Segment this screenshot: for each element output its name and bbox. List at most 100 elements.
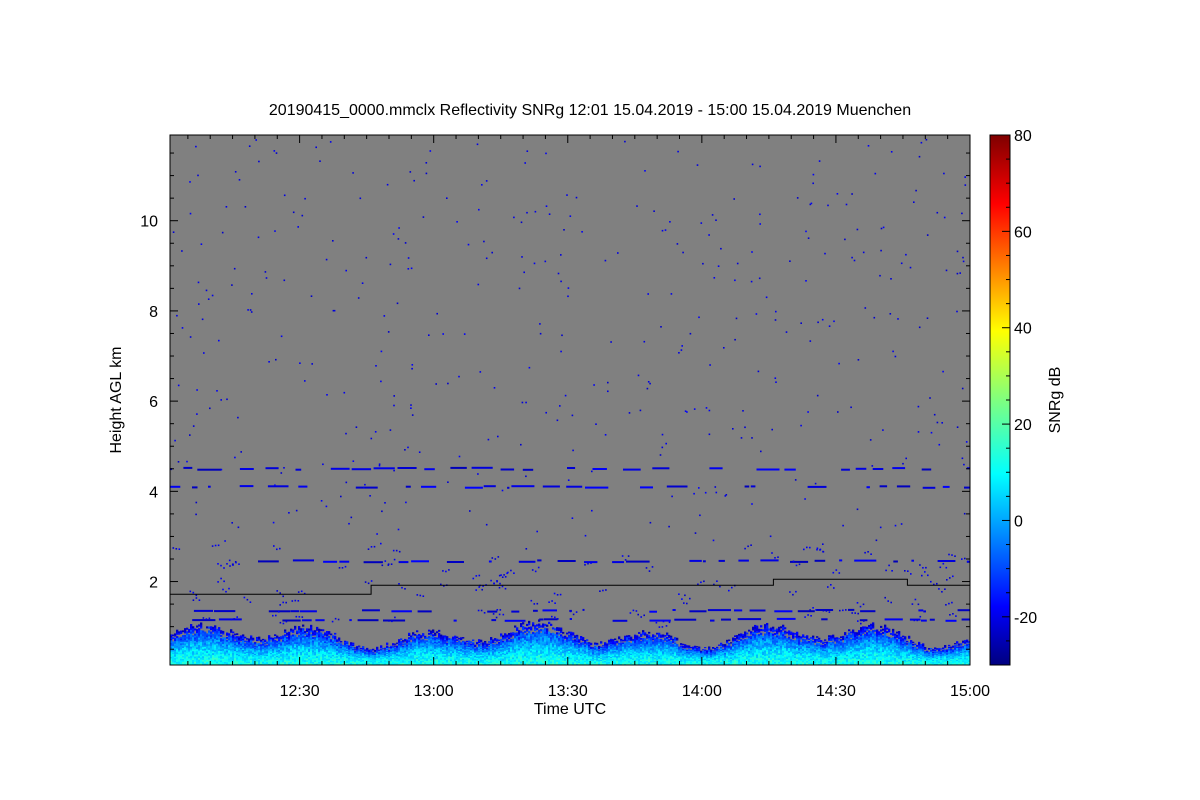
echo-cell [528,660,531,664]
echo-cell [478,643,481,646]
echo-cell [386,642,389,644]
echo-cell [338,642,341,645]
echo-cell [188,654,191,657]
echo-cell [516,635,519,638]
echo-cell [212,645,215,648]
echo-cell [550,651,553,655]
echo-cell [192,638,195,641]
echo-cell [310,637,313,640]
echo-cell [556,647,559,650]
echo-cell [216,648,219,651]
echo-cell [538,629,541,633]
echo-cell [310,641,313,644]
echo-cell [558,641,561,644]
echo-cell [200,630,203,633]
echo-cell [200,639,203,643]
echo-cell [216,659,219,662]
echo-cell [446,642,449,645]
echo-cell [534,653,537,656]
echo-cell [204,650,207,653]
echo-cell [516,651,519,654]
echo-cell [302,657,305,660]
echo-cell [592,647,595,649]
echo-cell [198,657,201,660]
echo-cell [536,628,539,631]
echo-cell [214,657,217,660]
echo-cell [398,639,401,641]
echo-cell [294,647,297,650]
echo-cell [598,645,601,648]
echo-cell [194,637,197,640]
echo-cell [530,642,533,646]
echo-cell [192,642,195,645]
echo-cell [486,647,489,649]
echo-cell [538,638,541,641]
echo-cell [524,648,527,651]
echo-cell [186,633,189,636]
echo-cell [524,639,527,642]
echo-cell [298,650,301,653]
echo-cell [530,661,533,664]
echo-cell [530,635,533,638]
echo-cell [214,653,217,656]
echo-cell [460,642,463,644]
echo-cell [532,645,535,648]
echo-cell [236,636,239,638]
echo-cell [540,646,543,649]
echo-cell [210,628,213,631]
echo-cell [404,638,407,641]
echo-cell [208,632,211,635]
echo-cell [524,656,527,659]
echo-cell [516,632,519,635]
echo-cell [292,639,295,642]
echo-cell [218,628,221,631]
echo-cell [540,629,543,632]
echo-cell [538,633,541,637]
echo-cell [536,653,539,657]
echo-cell [470,643,473,646]
echo-cell [334,632,337,635]
echo-cell [206,645,209,648]
echo-cell [554,644,557,647]
echo-cell [384,650,387,652]
echo-cell [294,661,297,664]
echo-cell [214,661,217,664]
echo-cell [198,624,201,627]
echo-cell [510,638,513,641]
echo-cell [542,649,545,652]
echo-cell [552,627,555,630]
echo-cell [522,631,525,635]
echo-cell [524,634,527,637]
echo-cell [292,629,295,632]
echo-cell [498,642,501,644]
echo-cell [536,624,539,627]
echo-cell [248,638,251,641]
echo-cell [542,657,545,660]
echo-cell [316,652,319,655]
echo-cell [316,655,319,659]
echo-cell [186,654,189,657]
echo-cell [442,635,445,638]
echo-cell [380,649,383,651]
echo-cell [528,638,531,642]
echo-cell [524,652,527,655]
echo-cell [194,635,197,638]
echo-cell [202,652,205,655]
echo-cell [192,657,195,661]
echo-cell [556,640,559,643]
echo-cell [424,635,427,638]
echo-cell [558,627,561,630]
echo-cell [194,645,197,648]
echo-cell [206,659,209,662]
echo-cell [596,642,599,645]
echo-cell [336,643,339,645]
echo-cell [188,641,191,644]
echo-cell [546,643,549,646]
echo-cell [316,646,319,649]
echo-cell [294,654,297,657]
echo-cell [208,655,211,658]
echo-cell [292,656,295,659]
echo-cell [542,639,545,642]
echo-cell [344,640,347,643]
echo-cell [204,655,207,658]
